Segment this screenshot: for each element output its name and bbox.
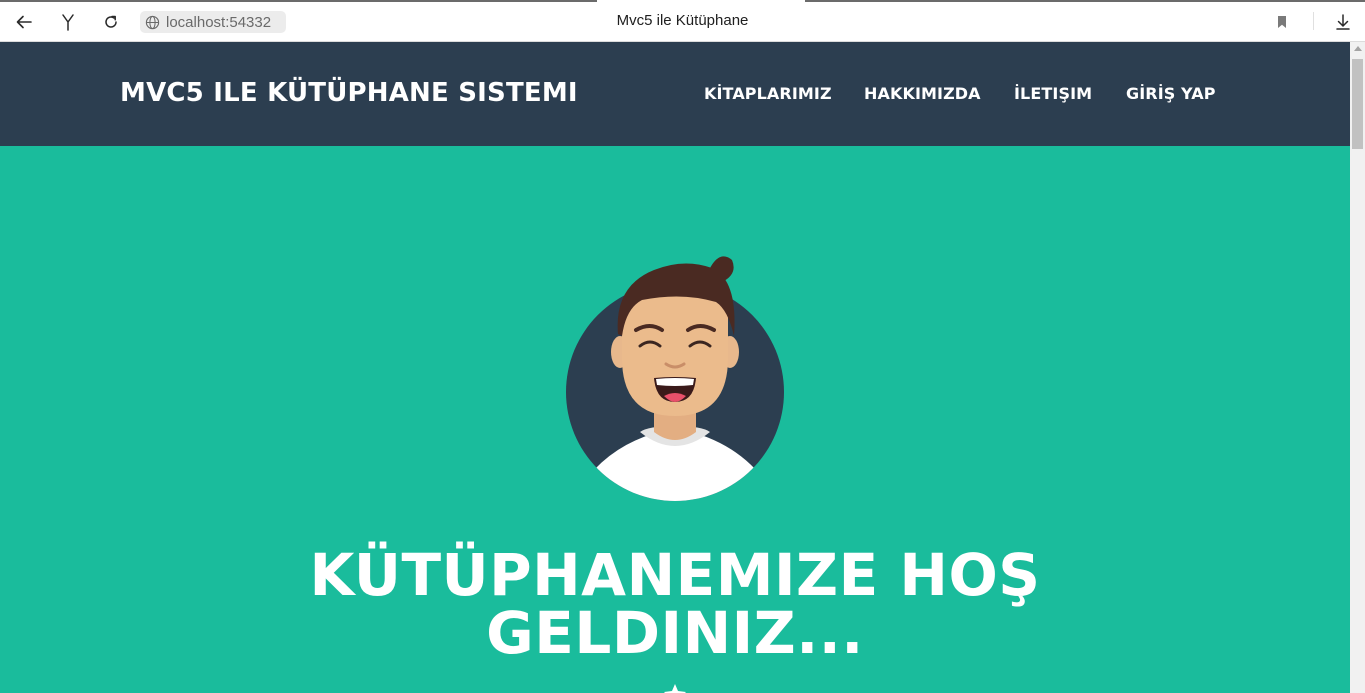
nav-link-hakkimizda[interactable]: HAKKIMIZDA (864, 84, 981, 103)
masthead: KÜTÜPHANEMIZE HOŞ GELDINIZ... (0, 146, 1350, 693)
nav-link-kitaplarimiz[interactable]: KİTAPLARIMIZ (704, 84, 832, 103)
browser-toolbar: localhost:54332 Mvc5 ile Kütüphane (0, 0, 1365, 42)
bookmark-icon[interactable] (1270, 10, 1294, 34)
download-icon[interactable] (1331, 10, 1355, 34)
nav-link-giris-yap[interactable]: GİRİŞ YAP (1126, 84, 1216, 103)
hero-title-line1: KÜTÜPHANEMIZE HOŞ (309, 541, 1041, 609)
page-viewport: MVC5 ILE KÜTÜPHANE SISTEMI KİTAPLARIMIZ … (0, 42, 1350, 693)
brand-logo[interactable]: MVC5 ILE KÜTÜPHANE SISTEMI (120, 78, 578, 108)
scrollbar-thumb[interactable] (1352, 59, 1363, 149)
nav-link-iletisim[interactable]: İLETIŞIM (1014, 84, 1092, 103)
toolbar-separator (1313, 12, 1314, 30)
active-tab-indicator (597, 0, 805, 2)
tab-title: Mvc5 ile Kütüphane (616, 12, 749, 29)
hero-title-line2: GELDINIZ... (486, 599, 864, 667)
hero-title: KÜTÜPHANEMIZE HOŞ GELDINIZ... (0, 546, 1350, 662)
scroll-up-arrow-icon[interactable] (1354, 46, 1362, 51)
vertical-scrollbar[interactable] (1350, 42, 1365, 693)
star-divider-icon (664, 684, 686, 693)
smiling-man-avatar-icon (566, 256, 784, 501)
main-navbar: MVC5 ILE KÜTÜPHANE SISTEMI KİTAPLARIMIZ … (0, 42, 1350, 146)
